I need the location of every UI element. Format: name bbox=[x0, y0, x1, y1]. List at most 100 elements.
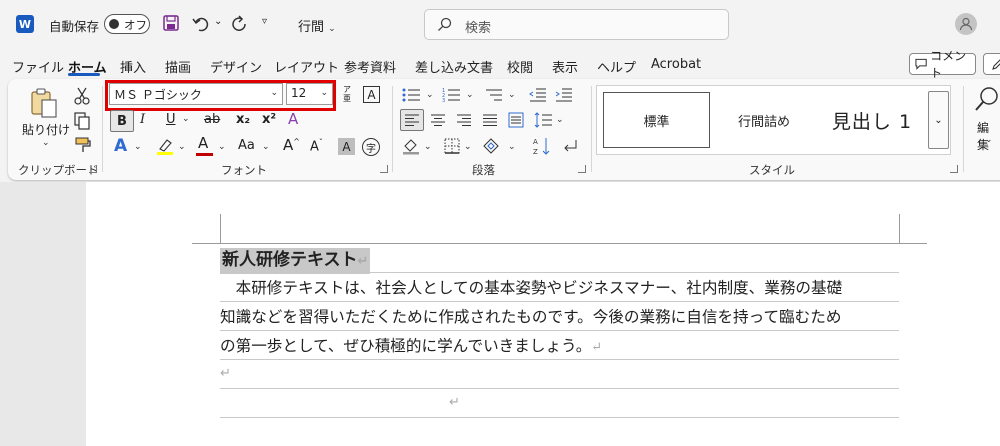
search-box[interactable]: 検索 bbox=[424, 9, 729, 40]
character-border-button[interactable]: A bbox=[363, 86, 380, 103]
grow-font-button[interactable]: A^ bbox=[283, 136, 300, 154]
chevron-down-icon[interactable]: ⌄ bbox=[262, 142, 270, 152]
justify-icon[interactable] bbox=[482, 113, 498, 127]
comments-button[interactable]: コメント bbox=[909, 49, 976, 80]
save-icon[interactable] bbox=[163, 15, 179, 31]
account-avatar[interactable] bbox=[955, 13, 977, 35]
style-normal[interactable]: 標準 bbox=[603, 92, 710, 148]
group-separator bbox=[591, 86, 592, 172]
clipboard-launcher-icon[interactable] bbox=[89, 165, 97, 173]
grid-line bbox=[220, 417, 899, 418]
redo-icon[interactable] bbox=[230, 15, 248, 33]
tab-design[interactable]: デザイン bbox=[210, 57, 262, 76]
document-title[interactable]: 新人研修テキスト↵ bbox=[220, 248, 371, 274]
bullets-icon[interactable] bbox=[402, 87, 422, 103]
editing-mode-button[interactable] bbox=[983, 53, 1000, 75]
shading-icon[interactable] bbox=[402, 137, 420, 155]
bold-button[interactable]: B bbox=[110, 110, 134, 132]
copy-icon[interactable] bbox=[74, 112, 90, 130]
shrink-font-label: A bbox=[310, 139, 319, 155]
borders-icon[interactable] bbox=[444, 138, 460, 154]
chevron-down-icon[interactable]: ⌄ bbox=[508, 142, 516, 152]
grid-line bbox=[220, 388, 899, 389]
multilevel-list-icon[interactable] bbox=[484, 87, 504, 103]
chevron-down-icon[interactable]: ⌄ bbox=[218, 142, 226, 152]
tab-help[interactable]: ヘルプ bbox=[597, 57, 636, 76]
font-launcher-icon[interactable] bbox=[380, 165, 388, 173]
chevron-down-icon[interactable]: ⌄ bbox=[464, 142, 472, 152]
line-spacing-icon[interactable] bbox=[534, 112, 554, 128]
highlight-color-icon[interactable] bbox=[156, 138, 174, 156]
sort-icon[interactable]: AZ bbox=[532, 136, 552, 156]
customize-qat-icon[interactable]: ▿ bbox=[262, 16, 267, 27]
decrease-indent-icon[interactable] bbox=[528, 87, 548, 103]
chevron-down-icon[interactable]: ⌄ bbox=[985, 135, 993, 145]
chevron-down-icon[interactable]: ⌄ bbox=[508, 90, 516, 100]
chevron-down-icon[interactable]: ⌄ bbox=[134, 142, 142, 152]
tab-view[interactable]: 表示 bbox=[552, 57, 578, 76]
format-painter-icon[interactable] bbox=[74, 137, 92, 153]
tab-acrobat[interactable]: Acrobat bbox=[651, 57, 701, 72]
change-case-button[interactable]: Aa bbox=[238, 138, 255, 153]
align-center-icon[interactable] bbox=[430, 113, 446, 127]
font-color-bar bbox=[196, 153, 213, 156]
paragraph-launcher-icon[interactable] bbox=[578, 165, 586, 173]
cut-icon[interactable] bbox=[74, 87, 90, 105]
tab-review[interactable]: 校閲 bbox=[507, 57, 533, 76]
character-shading-button[interactable]: A bbox=[338, 138, 355, 155]
shrink-font-button[interactable]: Aˇ bbox=[310, 138, 323, 154]
tab-layout[interactable]: レイアウト bbox=[274, 57, 339, 76]
styles-more-button[interactable]: ⌄ bbox=[928, 91, 949, 149]
search-placeholder: 検索 bbox=[465, 21, 492, 36]
strikethrough-button[interactable]: ab bbox=[204, 112, 220, 127]
document-title-text: 新人研修テキスト bbox=[222, 250, 358, 270]
underline-button[interactable]: U bbox=[166, 112, 176, 127]
undo-dropdown-icon[interactable]: ⌄ bbox=[214, 16, 222, 27]
undo-icon[interactable] bbox=[192, 15, 210, 33]
chevron-down-icon[interactable]: ⌄ bbox=[426, 90, 434, 100]
text-effects-icon[interactable]: A bbox=[114, 136, 127, 156]
increase-indent-icon[interactable] bbox=[554, 87, 574, 103]
empty-paragraph-mark[interactable]: ↵ bbox=[449, 395, 460, 410]
font-color-icon[interactable]: A bbox=[198, 134, 208, 152]
tab-insert[interactable]: 挿入 bbox=[120, 57, 146, 76]
comments-button-label: コメント bbox=[930, 49, 967, 80]
chevron-down-icon[interactable]: ⌄ bbox=[556, 115, 564, 125]
underline-dropdown-icon[interactable]: ⌄ bbox=[182, 114, 190, 124]
style-no-spacing[interactable]: 行間詰め bbox=[716, 92, 812, 148]
superscript-button[interactable]: x² bbox=[262, 112, 276, 127]
body-paragraph-line-1[interactable]: 本研修テキストは、社会人としての基本姿勢やビジネスマナー、社内制度、業務の基礎 bbox=[220, 278, 843, 298]
style-heading-1[interactable]: 見出し 1 bbox=[822, 92, 922, 148]
show-formatting-marks-icon[interactable] bbox=[560, 138, 578, 154]
tab-mailings[interactable]: 差し込み文書 bbox=[415, 57, 493, 76]
body-paragraph-line-2[interactable]: 知識などを習得いただくために作成されたものです。今後の業務に自信を持って臨むため bbox=[220, 307, 841, 327]
tab-draw[interactable]: 描画 bbox=[165, 57, 191, 76]
tab-references[interactable]: 参考資料 bbox=[344, 57, 396, 76]
phonetic-guide-button[interactable]: ア亜 bbox=[341, 85, 353, 103]
subscript-button[interactable]: x₂ bbox=[236, 112, 250, 127]
align-left-icon[interactable] bbox=[400, 109, 424, 131]
asian-layout-icon[interactable] bbox=[482, 137, 500, 155]
paste-icon[interactable] bbox=[28, 87, 60, 119]
italic-button[interactable]: I bbox=[140, 112, 145, 127]
autosave-toggle[interactable]: オフ bbox=[104, 14, 150, 34]
chevron-down-icon[interactable]: ⌄ bbox=[178, 142, 186, 152]
enclose-characters-button[interactable]: 字 bbox=[362, 138, 380, 156]
grid-line bbox=[220, 330, 899, 331]
margin-guide bbox=[220, 214, 221, 243]
line-spacing-qat-button[interactable]: 行間 ⌄ bbox=[298, 16, 336, 35]
paste-dropdown-icon[interactable]: ⌄ bbox=[42, 138, 50, 148]
tab-file[interactable]: ファイル bbox=[12, 57, 64, 76]
margin-guide bbox=[899, 214, 900, 243]
paste-label[interactable]: 貼り付け bbox=[22, 121, 70, 138]
empty-paragraph-mark[interactable]: ↵ bbox=[220, 366, 231, 381]
chevron-down-icon[interactable]: ⌄ bbox=[424, 142, 432, 152]
chevron-down-icon[interactable]: ⌄ bbox=[466, 90, 474, 100]
styles-launcher-icon[interactable] bbox=[950, 165, 958, 173]
body-paragraph-line-3[interactable]: の第一歩として、ぜひ積極的に学んでいきましょう。↵ bbox=[220, 336, 602, 358]
clear-formatting-icon[interactable]: A bbox=[288, 110, 298, 128]
numbering-icon[interactable]: 123 bbox=[442, 87, 462, 103]
align-right-icon[interactable] bbox=[456, 113, 472, 127]
distributed-icon[interactable] bbox=[508, 112, 524, 128]
find-icon[interactable] bbox=[974, 85, 1000, 113]
